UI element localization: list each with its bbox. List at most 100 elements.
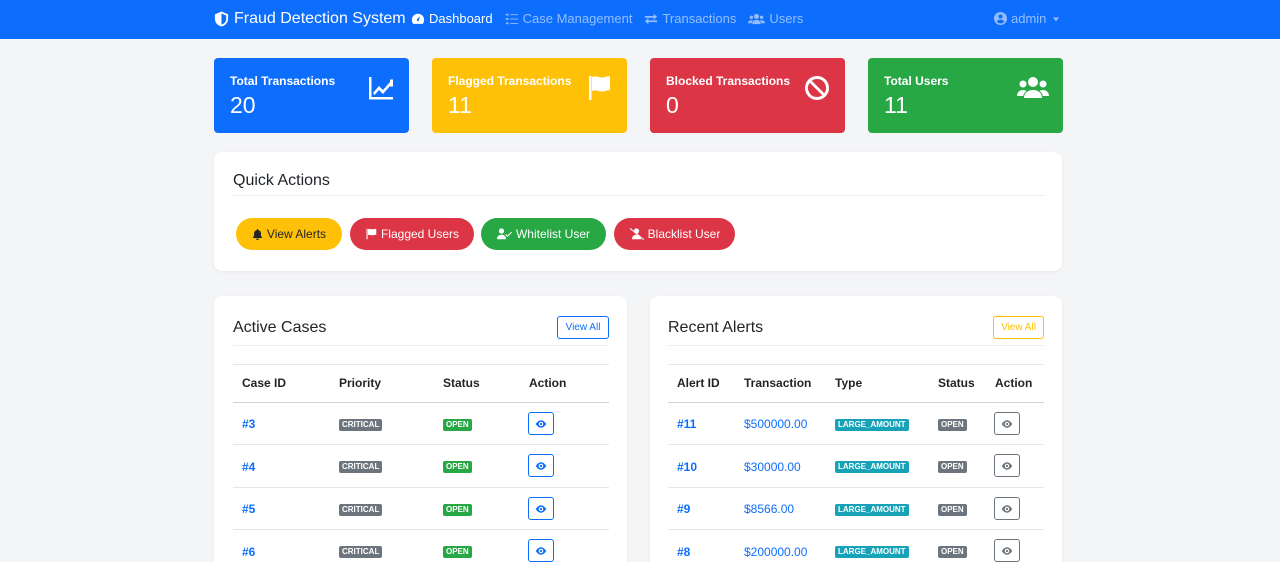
status-badge: OPEN [938, 461, 967, 473]
nav-users[interactable]: Users [748, 11, 803, 26]
row-divider [668, 487, 1044, 488]
quick-actions-title: Quick Actions [233, 172, 330, 189]
view-case-button[interactable] [528, 539, 554, 562]
bell-icon [252, 228, 263, 240]
user-circle-icon [994, 12, 1007, 25]
brand-link[interactable]: Fraud Detection System [214, 9, 406, 29]
view-alert-button[interactable] [994, 454, 1020, 477]
recent-alerts-title: Recent Alerts [668, 319, 764, 336]
status-badge: OPEN [938, 419, 967, 431]
status-badge: OPEN [443, 461, 472, 473]
eye-icon [1001, 546, 1013, 555]
column-header-alert-id: Alert ID [677, 376, 720, 390]
nav-case-management[interactable]: Case Management [505, 11, 632, 26]
type-badge: LARGE_AMOUNT [835, 504, 909, 516]
row-divider [233, 487, 609, 488]
table-top-border [668, 364, 1044, 365]
column-header-action: Action [529, 376, 567, 390]
view-alert-button[interactable] [994, 412, 1020, 435]
ban-icon [803, 74, 831, 102]
status-badge: OPEN [938, 546, 967, 558]
tasks-icon [505, 13, 518, 24]
view-case-button[interactable] [528, 454, 554, 477]
flag-icon [366, 228, 377, 240]
priority-badge: CRITICAL [339, 461, 383, 473]
flag-icon [585, 74, 613, 102]
view-case-button[interactable] [528, 497, 554, 520]
stat-value: 11 [884, 92, 908, 118]
view-alerts-button[interactable]: View Alerts [236, 218, 342, 250]
case-id-link[interactable]: #3 [242, 417, 255, 431]
blacklist-user-label: Blacklist User [647, 227, 721, 241]
row-divider [668, 529, 1044, 530]
alert-id-link[interactable]: #11 [677, 417, 696, 431]
transaction-amount: $200000.00 [744, 545, 808, 559]
dashboard-icon [411, 13, 425, 24]
case-id-link[interactable]: #6 [242, 545, 255, 559]
recent-alerts-panel: Recent Alerts View All Alert ID Transact… [650, 296, 1062, 562]
transaction-amount: $30000.00 [744, 460, 801, 474]
stat-value: 11 [448, 92, 472, 118]
column-header-priority: Priority [339, 376, 382, 390]
whitelist-user-button[interactable]: Whitelist User [481, 218, 606, 250]
stat-card-total-users: Total Users 11 [868, 58, 1063, 133]
row-divider [668, 444, 1044, 445]
user-name: admin [1011, 11, 1047, 26]
stat-label: Blocked Transactions [666, 74, 791, 88]
eye-icon [535, 504, 547, 513]
nav-dashboard-label: Dashboard [429, 11, 493, 26]
column-header-status: Status [443, 376, 480, 390]
active-cases-view-all-button[interactable]: View All [557, 316, 609, 339]
eye-icon [535, 546, 547, 555]
users-icon [1017, 74, 1049, 102]
view-alert-button[interactable] [994, 497, 1020, 520]
top-navbar: Fraud Detection System Dashboard Case Ma… [0, 0, 1280, 39]
flagged-users-button[interactable]: Flagged Users [350, 218, 474, 250]
stat-label: Total Users [884, 74, 949, 88]
active-cases-panel: Active Cases View All Case ID Priority S… [214, 296, 627, 562]
stat-value: 0 [666, 92, 679, 118]
eye-icon [1001, 419, 1013, 428]
eye-icon [1001, 504, 1013, 513]
nav-dashboard[interactable]: Dashboard [411, 11, 493, 26]
stat-label: Flagged Transactions [448, 74, 572, 88]
column-header-transaction: Transaction [744, 376, 812, 390]
nav-transactions[interactable]: Transactions [644, 11, 736, 26]
status-badge: OPEN [443, 504, 472, 516]
alert-id-link[interactable]: #9 [677, 502, 690, 516]
alert-id-link[interactable]: #10 [677, 460, 697, 474]
recent-alerts-view-all-button[interactable]: View All [993, 316, 1044, 339]
row-divider [233, 529, 609, 530]
priority-badge: CRITICAL [339, 419, 383, 431]
stat-value: 20 [230, 92, 256, 118]
whitelist-user-label: Whitelist User [515, 227, 590, 241]
blacklist-user-button[interactable]: Blacklist User [614, 218, 735, 250]
stat-card-total-transactions: Total Transactions 20 [214, 58, 409, 133]
header-border [233, 402, 609, 403]
flagged-users-label: Flagged Users [380, 227, 460, 241]
table-top-border [233, 364, 609, 365]
divider [233, 345, 609, 346]
active-cases-title: Active Cases [233, 319, 327, 336]
status-badge: OPEN [443, 419, 472, 431]
eye-icon [535, 419, 547, 428]
priority-badge: CRITICAL [339, 504, 383, 516]
type-badge: LARGE_AMOUNT [835, 546, 909, 558]
alert-id-link[interactable]: #8 [677, 545, 690, 559]
transaction-amount: $8566.00 [744, 502, 795, 516]
nav-users-label: Users [769, 11, 804, 26]
case-id-link[interactable]: #5 [242, 502, 255, 516]
view-case-button[interactable] [528, 412, 554, 435]
stat-label: Total Transactions [230, 74, 336, 88]
caret-down-icon [1053, 16, 1060, 21]
column-header-type: Type [835, 376, 863, 390]
row-divider [233, 444, 609, 445]
user-slash-icon [629, 228, 644, 240]
column-header-action: Action [995, 376, 1033, 390]
user-menu[interactable]: admin [994, 11, 1060, 26]
case-id-link[interactable]: #4 [242, 460, 255, 474]
quick-actions-panel: Quick Actions View Alerts Flagged Users … [214, 152, 1062, 271]
status-badge: OPEN [443, 546, 472, 558]
users-icon [748, 13, 766, 24]
view-alert-button[interactable] [994, 539, 1020, 562]
